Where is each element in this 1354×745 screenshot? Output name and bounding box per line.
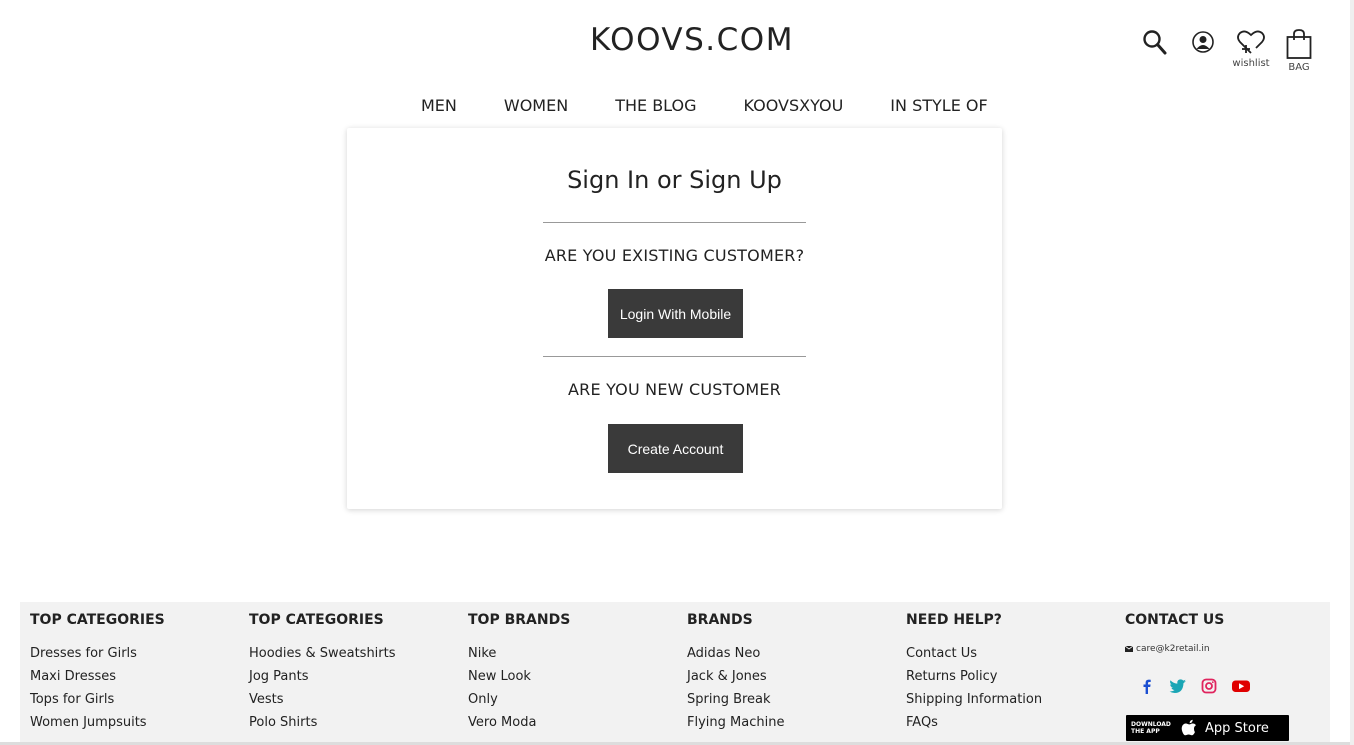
signin-card: Sign In or Sign Up ARE YOU EXISTING CUST… — [347, 128, 1002, 509]
apple-icon — [1181, 719, 1196, 736]
footer-link[interactable]: Hoodies & Sweatshirts — [249, 646, 396, 662]
signin-title: Sign In or Sign Up — [567, 166, 782, 194]
wishlist-label: wishlist — [1232, 58, 1270, 69]
footer-column-top-brands: TOP BRANDS Nike New Look Only Vero Moda — [468, 612, 570, 738]
facebook-icon[interactable] — [1139, 678, 1155, 694]
search-icon — [1143, 30, 1167, 55]
footer-link[interactable]: Spring Break — [687, 692, 784, 708]
footer-link[interactable]: Polo Shirts — [249, 715, 396, 731]
account-icon — [1192, 31, 1214, 53]
divider — [543, 356, 806, 357]
footer-heading: TOP BRANDS — [468, 612, 571, 628]
footer-link[interactable]: Vero Moda — [468, 715, 570, 731]
envelope-icon — [1125, 646, 1133, 652]
header-icons: wishlist BAG — [1138, 28, 1316, 73]
nav-the-blog[interactable]: THE BLOG — [615, 96, 696, 115]
footer-column-need-help: NEED HELP? Contact Us Returns Policy Shi… — [906, 612, 1042, 738]
search-button[interactable] — [1138, 28, 1172, 56]
footer-link[interactable]: FAQs — [906, 715, 1042, 731]
nav-women[interactable]: WOMEN — [504, 96, 568, 115]
footer-heading: BRANDS — [687, 612, 753, 628]
footer-link[interactable]: Returns Policy — [906, 669, 1042, 685]
nav-in-style-of[interactable]: IN STYLE OF — [890, 96, 987, 115]
account-button[interactable] — [1186, 28, 1220, 56]
instagram-icon[interactable] — [1201, 678, 1217, 694]
new-customer-heading: ARE YOU NEW CUSTOMER — [568, 380, 781, 399]
wishlist-heart-icon — [1237, 30, 1265, 54]
twitter-icon[interactable] — [1169, 678, 1187, 694]
footer-link[interactable]: Women Jumpsuits — [30, 715, 165, 731]
footer-link[interactable]: Jog Pants — [249, 669, 396, 685]
footer-column-brands: BRANDS Adidas Neo Jack & Jones Spring Br… — [687, 612, 784, 738]
social-links — [1139, 678, 1251, 694]
divider — [543, 222, 806, 223]
app-store-badge[interactable]: DOWNLOAD THE APP App Store — [1126, 715, 1289, 741]
footer-link[interactable]: Vests — [249, 692, 396, 708]
login-with-mobile-button[interactable]: Login With Mobile — [608, 289, 743, 338]
wishlist-button[interactable]: wishlist — [1232, 28, 1270, 69]
footer-link[interactable]: Tops for Girls — [30, 692, 165, 708]
contact-email-text: care@k2retail.in — [1136, 644, 1210, 654]
footer-link[interactable]: New Look — [468, 669, 570, 685]
bag-label: BAG — [1288, 62, 1310, 73]
footer-heading: CONTACT US — [1125, 612, 1225, 628]
footer-link[interactable]: Jack & Jones — [687, 669, 784, 685]
footer-link[interactable]: Adidas Neo — [687, 646, 784, 662]
footer-link[interactable]: Contact Us — [906, 646, 1042, 662]
footer-column-contact-us: CONTACT US care@k2retail.in — [1125, 612, 1251, 694]
footer-heading: TOP CATEGORIES — [249, 612, 384, 628]
existing-customer-heading: ARE YOU EXISTING CUSTOMER? — [544, 246, 805, 265]
footer-link[interactable]: Only — [468, 692, 570, 708]
youtube-icon[interactable] — [1231, 678, 1251, 694]
create-account-button[interactable]: Create Account — [608, 424, 743, 473]
main-nav: MEN WOMEN THE BLOG KOOVSXYOU IN STYLE OF — [421, 96, 1035, 115]
footer-link[interactable]: Dresses for Girls — [30, 646, 165, 662]
shopping-bag-icon — [1286, 29, 1312, 59]
nav-koovsxyou[interactable]: KOOVSXYOU — [744, 96, 844, 115]
footer-link[interactable]: Maxi Dresses — [30, 669, 165, 685]
footer-column-top-categories-2: TOP CATEGORIES Hoodies & Sweatshirts Jog… — [249, 612, 396, 738]
footer-heading: TOP CATEGORIES — [30, 612, 165, 628]
footer-column-top-categories: TOP CATEGORIES Dresses for Girls Maxi Dr… — [30, 612, 165, 738]
nav-men[interactable]: MEN — [421, 96, 457, 115]
app-store-label: App Store — [1205, 720, 1269, 736]
download-app-label: DOWNLOAD THE APP — [1131, 721, 1171, 735]
bag-button[interactable]: BAG — [1282, 28, 1316, 73]
footer-heading: NEED HELP? — [906, 612, 1002, 628]
footer-link[interactable]: Shipping Information — [906, 692, 1042, 708]
site-footer: TOP CATEGORIES Dresses for Girls Maxi Dr… — [20, 602, 1330, 745]
footer-link[interactable]: Nike — [468, 646, 570, 662]
contact-email[interactable]: care@k2retail.in — [1125, 644, 1251, 654]
site-header: KOOVS.COM wishlist BAG MEN WOMEN THE BLO… — [0, 0, 1354, 128]
footer-link[interactable]: Flying Machine — [687, 715, 784, 731]
scrollbar[interactable] — [1350, 0, 1354, 745]
